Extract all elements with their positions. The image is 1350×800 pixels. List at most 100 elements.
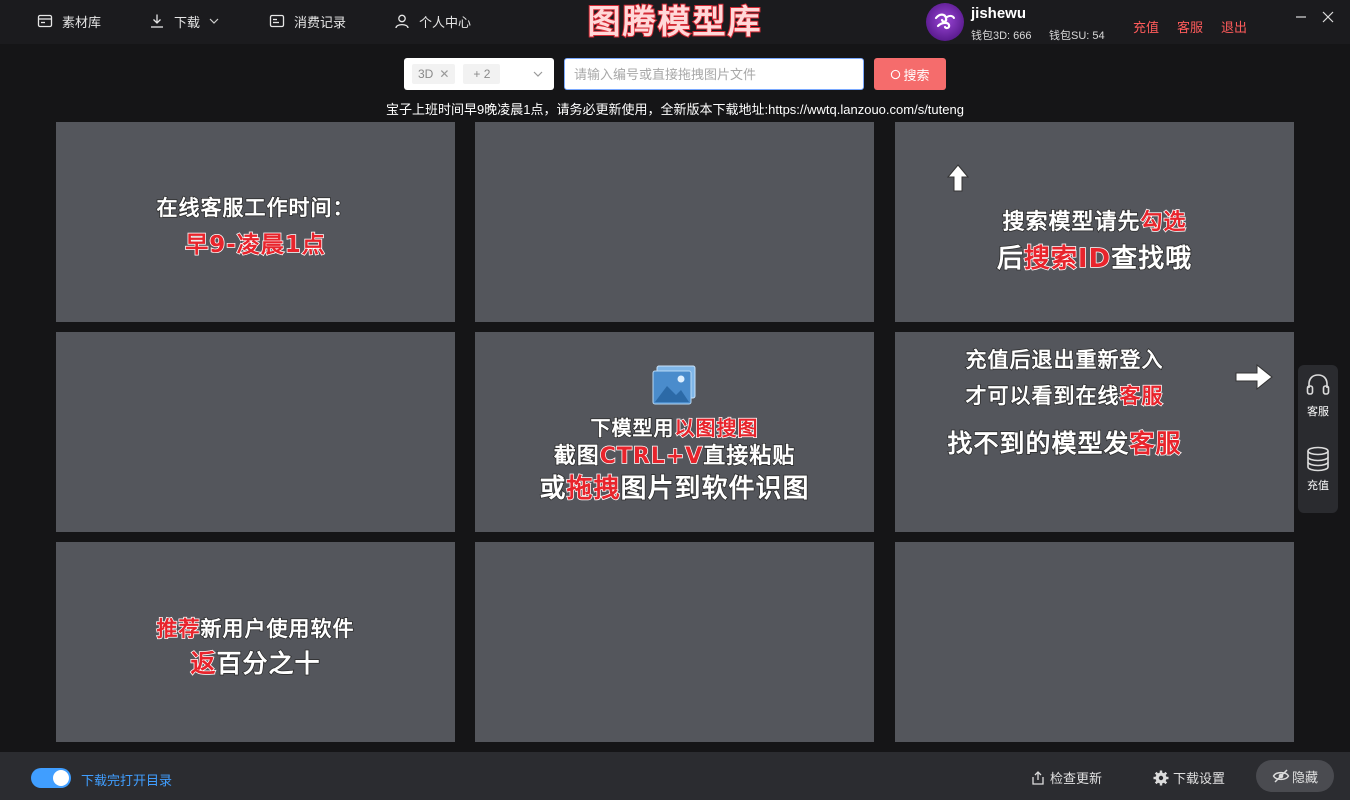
username: jishewu [971,5,1027,22]
tile-text-highlight: CTRL+V [599,443,704,470]
tile-text-highlight: 以图搜图 [674,415,759,441]
side-recharge-label: 充值 [1307,480,1329,492]
category-filter-select[interactable]: 3D ✕ + 2 [404,58,554,90]
top-bar: 素材库 下载 消费记录 个人中心 图腾模型库 jishewu 钱包3D: 666… [0,0,1350,44]
app-title: 图腾模型库 [587,1,763,42]
side-service-label: 客服 [1307,406,1329,418]
nav-item-personal-center[interactable]: 个人中心 [393,10,471,32]
footer-bar: 下载完打开目录 检查更新 下载设置 隐藏 [0,752,1350,800]
model-tile-2[interactable] [475,122,874,322]
tile-text-highlight: 客服 [1129,428,1182,459]
tile-text-highlight: 返 [190,648,217,679]
service-link[interactable]: 客服 [1177,17,1203,36]
model-tile-3[interactable]: 搜索模型请先勾选 后搜索ID查找哦 [895,122,1294,322]
filter-more-count: + 2 [463,64,501,84]
model-tile-7[interactable]: 推荐新用户使用软件 返百分之十 [56,542,455,742]
tile-text: 充值后退出重新登入 [965,347,1164,373]
coins-icon [1307,446,1329,472]
tile-text: 返百分之十 [56,644,455,680]
tile-text-part: 百分之十 [216,648,321,679]
chevron-down-icon [533,71,543,77]
tile-text-part: 找不到的模型发 [947,428,1130,459]
tile-text: 找不到的模型发客服 [895,424,1264,460]
recharge-link[interactable]: 充值 [1133,17,1159,36]
image-icon [652,365,696,405]
tile-text-part: 新用户使用软件 [200,616,355,642]
close-icon [1322,11,1334,23]
update-icon [1032,770,1044,785]
tile-text-highlight: 早9-凌晨1点 [184,231,326,259]
tile-text-highlight: 搜索ID [1023,243,1112,275]
hide-label: 隐藏 [1291,769,1318,785]
open-folder-toggle[interactable] [31,768,71,788]
nav-label: 素材库 [62,14,102,30]
check-update-label: 检查更新 [1050,771,1103,786]
model-tile-9[interactable] [895,542,1294,742]
tile-text: 下模型用以图搜图 [475,412,874,441]
download-icon [148,12,166,30]
tile-text: 或拖拽图片到软件识图 [475,468,874,505]
tile-text: 推荐新用户使用软件 [56,613,455,643]
tile-text-part: 搜索模型请先 [1002,209,1141,236]
model-tile-8[interactable] [475,542,874,742]
wave-logo-icon [934,13,955,30]
model-tile-5[interactable]: 下模型用以图搜图 截图CTRL+V直接粘贴 或拖拽图片到软件识图 [475,332,874,532]
download-settings-button[interactable]: 下载设置 [1153,768,1225,787]
minimize-button[interactable] [1290,6,1312,28]
nav-item-consumption-records[interactable]: 消费记录 [268,10,346,32]
search-input[interactable] [564,58,864,90]
wallet-3d-balance: 钱包3D: 666 [971,30,1032,42]
tile-text-highlight: 客服 [1119,383,1164,409]
tile-text: 在线客服工作时间： [156,195,355,221]
remove-tag-icon[interactable]: ✕ [439,67,449,81]
tile-text-part: 图片到软件识图 [620,473,810,505]
tile-text-part: 才可以看到在线 [965,383,1120,409]
tile-text: 后搜索ID查找哦 [895,238,1294,275]
chevron-down-icon [208,15,220,27]
hide-button[interactable]: 隐藏 [1256,760,1334,792]
wallet-su-balance: 钱包SU: 54 [1049,30,1105,42]
tile-text: 才可以看到在线客服 [895,380,1264,410]
tile-text-part: 直接粘贴 [703,443,796,470]
tile-text-part: 或 [539,473,567,505]
search-button[interactable]: 搜索 [874,58,946,90]
avatar[interactable] [926,3,964,41]
side-float-panel: 客服 充值 [1298,365,1338,513]
tile-text-part: 截图 [553,443,600,470]
filter-tag-3d: 3D ✕ [412,64,456,84]
nav-label: 下载 [174,14,201,30]
model-tile-4[interactable] [56,332,455,532]
gear-icon [1153,770,1169,785]
search-icon [891,69,901,79]
tile-text-highlight: 拖拽 [566,473,621,505]
tile-text: 截图CTRL+V直接粘贴 [475,438,874,470]
eye-slash-icon [1272,769,1290,783]
close-window-button[interactable] [1317,6,1339,28]
filter-tag-label: 3D [418,67,434,81]
model-tile-1[interactable]: 在线客服工作时间： 早9-凌晨1点 [56,122,455,322]
side-service-button[interactable]: 客服 [1298,371,1338,419]
search-button-label: 搜索 [903,67,930,83]
nav-item-material-library[interactable]: 素材库 [36,10,101,32]
nav-label: 消费记录 [294,14,347,30]
nav-label: 个人中心 [419,14,472,30]
tile-text-part: 后 [996,243,1024,275]
model-tile-6[interactable]: 充值后退出重新登入 才可以看到在线客服 找不到的模型发客服 [895,332,1294,532]
check-update-button[interactable]: 检查更新 [1030,768,1102,787]
receipt-icon [268,12,286,30]
nav-item-download[interactable]: 下载 [148,10,220,32]
app-window: 素材库 下载 消费记录 个人中心 图腾模型库 jishewu 钱包3D: 666… [0,0,1350,800]
toggle-knob [53,770,69,786]
tile-text-part: 查找哦 [1110,243,1193,275]
arrow-up-icon [947,164,969,192]
logout-link[interactable]: 退出 [1221,17,1247,36]
user-icon [393,12,411,30]
headset-icon [1306,374,1330,395]
notice-banner: 宝子上班时间早9晚凌晨1点，请务必更新使用，全新版本下载地址:https://w… [386,102,964,117]
card-icon [36,12,54,30]
tile-text-highlight: 勾选 [1140,209,1187,236]
tile-text: 搜索模型请先勾选 [895,204,1294,236]
side-recharge-button[interactable]: 充值 [1298,445,1338,493]
tile-text-highlight: 推荐 [156,616,201,642]
tile-text-part: 下模型用 [590,415,675,441]
